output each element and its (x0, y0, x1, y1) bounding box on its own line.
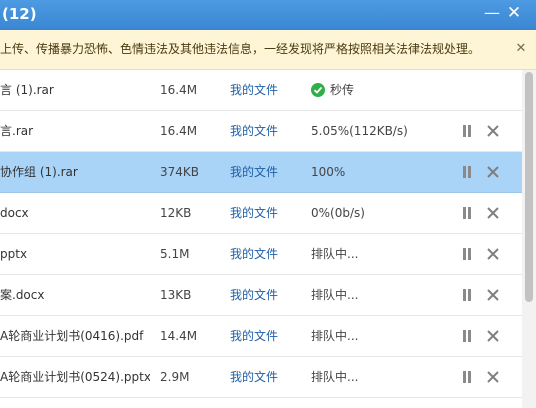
pause-icon[interactable] (460, 165, 474, 179)
file-name: 言 (1).rar (0, 83, 54, 97)
window-titlebar: (12) — ✕ (0, 0, 536, 30)
transfer-status-text: 0%(0b/s) (311, 206, 365, 220)
file-row[interactable]: A轮商业计划书(0416).pdf 14.4M 我的文件 排队中... (0, 316, 522, 357)
transfer-status: 排队中... (311, 234, 451, 274)
file-size: 14.4M (160, 329, 198, 343)
file-row[interactable]: pptx 5.1M 我的文件 排队中... (0, 234, 522, 275)
pause-icon[interactable] (460, 288, 474, 302)
pause-icon[interactable] (460, 247, 474, 261)
notice-close-button[interactable]: ✕ (512, 40, 530, 58)
delete-icon[interactable] (485, 369, 501, 385)
transfer-status-text: 排队中... (311, 288, 359, 302)
delete-icon[interactable] (485, 123, 501, 139)
file-location-link[interactable]: 我的文件 (230, 357, 300, 397)
transfer-status-text: 排队中... (311, 329, 359, 343)
file-location-link[interactable]: 我的文件 (230, 152, 300, 192)
file-row[interactable]: 言.rar 16.4M 我的文件 5.05%(112KB/s) (0, 111, 522, 152)
file-name: 言.rar (0, 124, 34, 138)
notice-bar: 上传、传播暴力恐怖、色情违法及其他违法信息，一经发现将严格按照相关法律法规处理。… (0, 30, 536, 70)
transfer-status: 5.05%(112KB/s) (311, 111, 451, 151)
file-name: A轮商业计划书(0524).pptx (0, 370, 150, 384)
file-location-link[interactable]: 我的文件 (230, 275, 300, 315)
file-name: 协作组 (1).rar (0, 165, 78, 179)
transfer-status: 100% (311, 152, 451, 192)
file-row[interactable]: docx 12KB 我的文件 0%(0b/s) (0, 193, 522, 234)
file-location-link[interactable]: 我的文件 (230, 193, 300, 233)
file-size: 2.9M (160, 370, 190, 384)
close-window-button[interactable]: ✕ (503, 2, 525, 24)
file-row[interactable]: 案.docx 13KB 我的文件 排队中... (0, 275, 522, 316)
transfer-status: 排队中... (311, 275, 451, 315)
file-name: A轮商业计划书(0416).pdf (0, 329, 144, 343)
file-size: 5.1M (160, 247, 190, 261)
transfer-status: 秒传 (311, 70, 451, 110)
delete-icon[interactable] (485, 328, 501, 344)
file-location-link[interactable]: 我的文件 (230, 70, 300, 110)
notice-text: 上传、传播暴力恐怖、色情违法及其他违法信息，一经发现将严格按照相关法律法规处理。 (0, 42, 481, 56)
file-size: 374KB (160, 165, 200, 179)
file-size: 16.4M (160, 83, 198, 97)
transfer-status-text: 100% (311, 165, 346, 179)
check-circle-icon (311, 82, 325, 97)
scrollbar-thumb[interactable] (525, 72, 533, 302)
file-name: pptx (0, 247, 28, 261)
transfer-status: 排队中... (311, 357, 451, 397)
transfer-status-text: 排队中... (311, 370, 359, 384)
window-title: (12) (2, 5, 37, 23)
delete-icon[interactable] (485, 164, 501, 180)
file-location-link[interactable]: 我的文件 (230, 234, 300, 274)
delete-icon[interactable] (485, 246, 501, 262)
file-row[interactable]: A轮商业计划书(0524).pptx 2.9M 我的文件 排队中... (0, 357, 522, 398)
transfer-status-text: 5.05%(112KB/s) (311, 124, 408, 138)
delete-icon[interactable] (485, 205, 501, 221)
transfer-list: 言 (1).rar 16.4M 我的文件 秒传言.rar 16.4M 我的文件 5.05%(… (0, 70, 522, 408)
pause-icon[interactable] (460, 370, 474, 384)
file-location-link[interactable]: 我的文件 (230, 111, 300, 151)
file-size: 13KB (160, 288, 192, 302)
pause-icon[interactable] (460, 329, 474, 343)
file-row[interactable]: 言 (1).rar 16.4M 我的文件 秒传 (0, 70, 522, 111)
transfer-status-text: 排队中... (311, 247, 359, 261)
file-size: 12KB (160, 206, 192, 220)
transfer-status: 0%(0b/s) (311, 193, 451, 233)
minimize-button[interactable]: — (481, 2, 503, 24)
scrollbar[interactable] (522, 70, 536, 408)
pause-icon[interactable] (460, 206, 474, 220)
file-name: 案.docx (0, 288, 45, 302)
file-row[interactable]: 协作组 (1).rar 374KB 我的文件 100% (0, 152, 522, 193)
pause-icon[interactable] (460, 124, 474, 138)
transfer-status-text: 秒传 (330, 83, 355, 97)
file-size: 16.4M (160, 124, 198, 138)
file-name: docx (0, 206, 29, 220)
transfer-status: 排队中... (311, 316, 451, 356)
delete-icon[interactable] (485, 287, 501, 303)
file-location-link[interactable]: 我的文件 (230, 316, 300, 356)
